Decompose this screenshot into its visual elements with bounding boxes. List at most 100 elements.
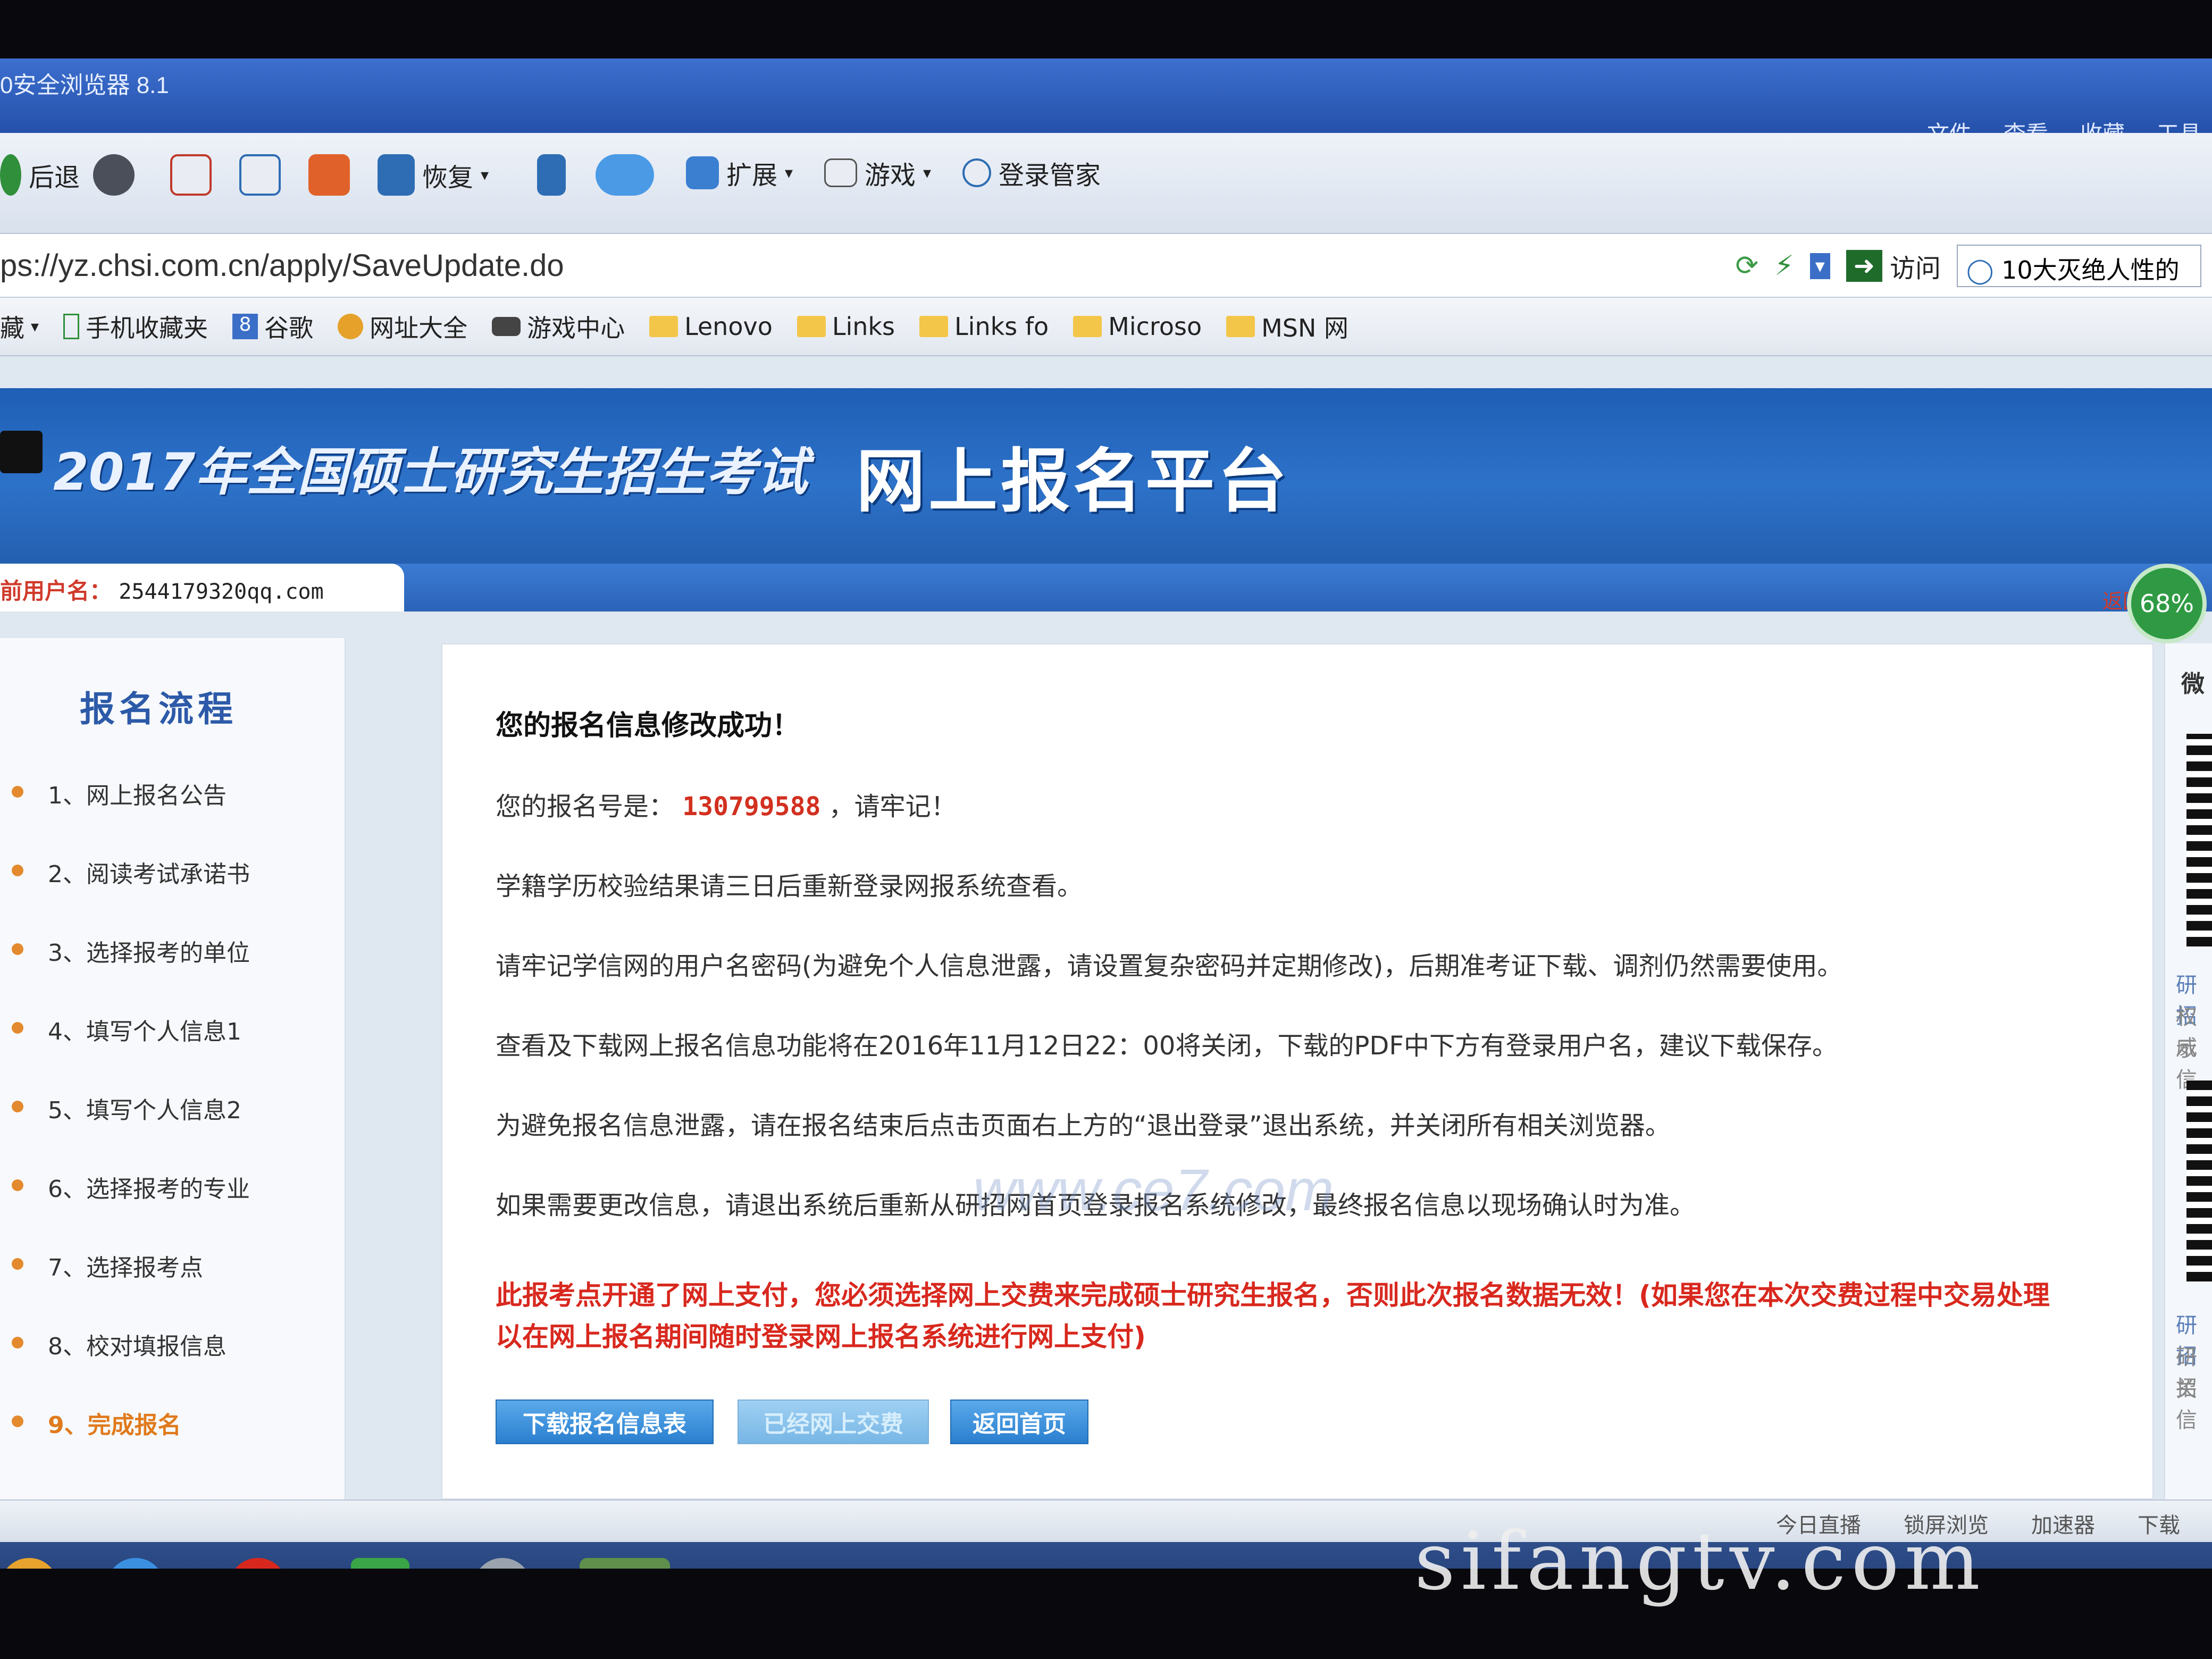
bullet-icon <box>12 1415 23 1427</box>
browser-toolbar: 后退 恢复 ▾ 扩展 ▾ 游戏 ▾ 登录管家 <box>0 133 2212 234</box>
cloud-button[interactable] <box>596 154 654 196</box>
bookmark-google[interactable]: 8 谷歌 <box>232 309 313 344</box>
sidebar-title: 报名流程 <box>80 689 237 730</box>
registration-number-line: 您的报名号是： 130799588 ，请牢记！ <box>496 792 957 822</box>
bookmark-microsoft[interactable]: Microso <box>1073 312 1202 341</box>
refresh-icon <box>239 154 281 196</box>
qr-caption: 关信 <box>2176 1377 2197 1432</box>
bookmark-sites[interactable]: 网址大全 <box>338 309 467 344</box>
back-button[interactable]: 后退 <box>0 154 80 196</box>
bullet-icon <box>12 1022 23 1034</box>
user-bar: 前用户名： 2544179320qq.com 返回 <box>0 564 2212 613</box>
globe-icon <box>338 314 364 339</box>
cloud-icon <box>596 154 654 196</box>
folder-icon <box>1226 316 1255 337</box>
refresh-button[interactable] <box>239 154 281 196</box>
folder-icon <box>1073 316 1102 337</box>
step-item[interactable]: 6、选择报考的专业 <box>0 1159 346 1238</box>
bookmark-msn[interactable]: MSN 网 <box>1226 309 1348 344</box>
url-input[interactable] <box>0 248 1382 283</box>
accelerator-button[interactable]: 加速器 <box>2031 1508 2095 1539</box>
forward-button[interactable] <box>93 154 135 196</box>
bookmark-mobile[interactable]: 手机收藏夹 <box>63 309 208 344</box>
download-button[interactable]: 下载 <box>2138 1508 2180 1539</box>
user-tab: 前用户名： 2544179320qq.com <box>0 564 404 611</box>
step-item-active[interactable]: 9、完成报名 <box>0 1395 346 1474</box>
username-label: 前用户名： <box>0 578 112 604</box>
page-banner: 2017年全国硕士研究生招生考试 网上报名平台 <box>0 388 2212 564</box>
login-manager-button[interactable]: 登录管家 <box>962 154 1101 191</box>
disc-icon[interactable] <box>473 1558 532 1569</box>
success-title: 您的报名信息修改成功！ <box>496 710 800 742</box>
refresh-icon[interactable]: ⟳ <box>1736 250 1759 282</box>
payment-warning: 此报考点开通了网上支付，您必须选择网上交费来完成硕士研究生报名，否则此次报名数据… <box>496 1280 2050 1352</box>
start-icon[interactable] <box>0 1558 58 1569</box>
step-item[interactable]: 2、阅读考试承诺书 <box>0 844 346 923</box>
info-download: 查看及下载网上报名信息功能将在2016年11月12日22：00将关闭，下载的PD… <box>496 1031 1838 1061</box>
bookmark-links-for[interactable]: Links fo <box>919 312 1049 341</box>
step-item[interactable]: 8、校对填报信息 <box>0 1317 346 1395</box>
gamepad-icon <box>492 317 521 336</box>
iqiyi-icon[interactable] <box>351 1558 409 1569</box>
bookmark-games[interactable]: 游戏中心 <box>492 309 625 344</box>
undo-icon <box>378 154 415 196</box>
restore-button[interactable]: 恢复 ▾ <box>378 154 489 196</box>
stop-button[interactable] <box>170 154 212 196</box>
graduation-cap-icon <box>0 431 43 473</box>
games-button[interactable]: 游戏 ▾ <box>824 154 931 191</box>
gamepad-icon <box>824 158 857 187</box>
back-home-button[interactable]: 返回首页 <box>950 1400 1088 1444</box>
dropdown-icon[interactable]: ▾ <box>1809 253 1830 279</box>
phone-icon <box>63 314 80 339</box>
home-icon <box>308 154 350 196</box>
bookmarks-bar: 藏 ▾ 手机收藏夹 8 谷歌 网址大全 游戏中心 Lenovo Links Link… <box>0 298 2212 356</box>
bullet-icon <box>12 786 23 798</box>
info-password: 请牢记学信网的用户名密码(为避免个人信息泄露，请设置复杂密码并定期修改)，后期准… <box>496 951 1843 981</box>
browser-titlebar: 0安全浏览器 8.1 文件 查看 收藏 工具 <box>0 58 2212 147</box>
folder-icon <box>919 316 949 337</box>
paid-online-button[interactable]: 已经网上交费 <box>738 1400 929 1444</box>
ie-icon[interactable] <box>106 1558 165 1569</box>
step-item[interactable]: 1、网上报名公告 <box>0 766 346 844</box>
site-watermark: www.ce7.com <box>973 1158 1334 1223</box>
screen: 0安全浏览器 8.1 文件 查看 收藏 工具 后退 恢复 ▾ <box>0 58 2212 1569</box>
mobile-button[interactable] <box>537 154 566 196</box>
arrow-right-icon: ➜ <box>1846 250 1882 282</box>
qr-code <box>2186 1079 2212 1281</box>
download-form-button[interactable]: 下载报名信息表 <box>496 1400 714 1444</box>
step-list: 1、网上报名公告 2、阅读考试承诺书 3、选择报考的单位 4、填写个人信息1 5… <box>0 766 346 1474</box>
visit-button[interactable]: ➜ 访问 <box>1846 247 1941 284</box>
bullet-icon <box>12 865 23 876</box>
bookmark-links[interactable]: Links <box>797 312 895 341</box>
bookmark-favorites[interactable]: 藏 ▾ <box>0 309 39 344</box>
search-input[interactable]: ◯ 10大灭绝人性的 <box>1957 245 2201 287</box>
bookmark-lenovo[interactable]: Lenovo <box>649 312 773 341</box>
chevron-down-icon: ▾ <box>923 163 932 182</box>
browser-task-icon[interactable] <box>580 1558 670 1569</box>
folder-icon <box>649 316 678 337</box>
photo-watermark: sifangtv.com <box>1414 1515 1985 1608</box>
extensions-button[interactable]: 扩展 ▾ <box>686 154 793 191</box>
lightning-icon[interactable]: ⚡ <box>1774 250 1794 282</box>
step-item[interactable]: 4、填写个人信息1 <box>0 1002 346 1080</box>
main-content: 您的报名信息修改成功！ 您的报名号是： 130799588 ，请牢记！ 学籍学历… <box>441 643 2154 1499</box>
bullet-icon <box>12 1337 23 1348</box>
media-player-icon[interactable] <box>229 1558 287 1569</box>
bullet-icon <box>12 1179 23 1191</box>
key-icon <box>962 158 991 187</box>
wechat-label: 微 <box>2181 671 2205 698</box>
grid-icon <box>686 156 719 189</box>
bullet-icon <box>12 943 23 955</box>
step-item[interactable]: 3、选择报考的单位 <box>0 923 346 1002</box>
step-item[interactable]: 7、选择报考点 <box>0 1238 346 1317</box>
registration-number: 130799588 <box>682 792 821 822</box>
step-item[interactable]: 5、填写个人信息2 <box>0 1080 346 1159</box>
folder-icon <box>797 316 826 337</box>
home-button[interactable] <box>308 154 350 196</box>
bullet-icon <box>12 1258 23 1270</box>
bullet-icon <box>12 1101 23 1112</box>
chevron-down-icon: ▾ <box>481 165 489 185</box>
address-bar: ⟳ ⚡ ▾ ➜ 访问 ◯ 10大灭绝人性的 <box>0 234 2212 298</box>
speed-badge[interactable]: 68% <box>2127 564 2207 643</box>
username-value: 2544179320qq.com <box>119 580 324 604</box>
